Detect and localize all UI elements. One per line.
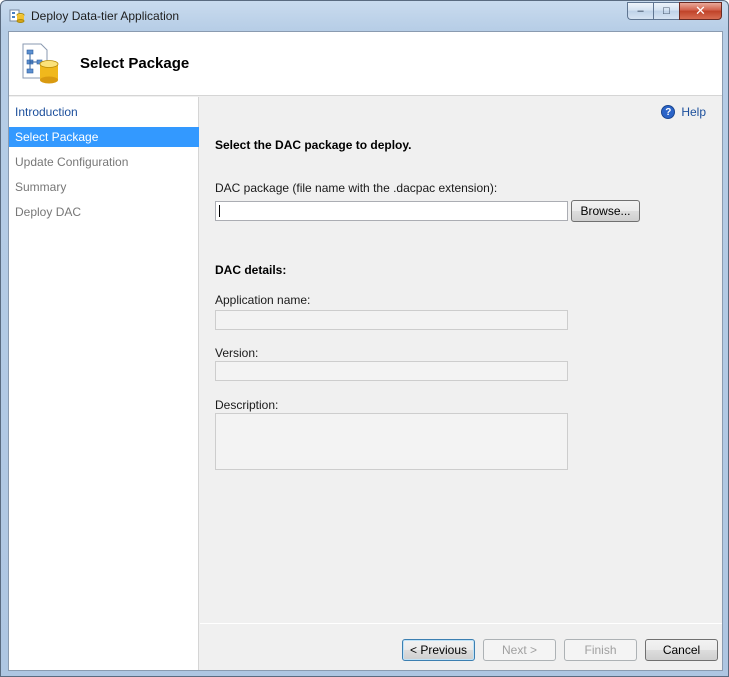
minimize-icon: – xyxy=(637,5,644,17)
dac-package-label: DAC package (file name with the .dacpac … xyxy=(215,181,498,195)
package-database-icon xyxy=(22,43,59,84)
caption-buttons: – □ ✕ xyxy=(627,2,722,20)
section-heading: Select the DAC package to deploy. xyxy=(215,138,412,152)
sidebar-item-update-configuration: Update Configuration xyxy=(15,155,129,169)
previous-button[interactable]: < Previous xyxy=(402,639,475,661)
application-name-label: Application name: xyxy=(215,293,311,307)
title-bar[interactable]: Deploy Data-tier Application – □ ✕ xyxy=(1,1,728,30)
sidebar-item-deploy-dac: Deploy DAC xyxy=(15,205,82,219)
sidebar-item-summary: Summary xyxy=(15,180,67,194)
description-field xyxy=(215,413,568,470)
maximize-button[interactable]: □ xyxy=(653,2,679,20)
description-label: Description: xyxy=(215,398,279,412)
minimize-button[interactable]: – xyxy=(627,2,653,20)
window-title: Deploy Data-tier Application xyxy=(31,9,180,23)
version-label: Version: xyxy=(215,346,259,360)
header-banner: Select Package xyxy=(9,32,722,96)
dialog-window: Deploy Data-tier Application – □ ✕ Selec… xyxy=(0,0,729,677)
close-icon: ✕ xyxy=(695,3,706,18)
version-field xyxy=(215,361,568,381)
cancel-button[interactable]: Cancel xyxy=(645,639,718,661)
dac-details-heading: DAC details: xyxy=(215,263,287,277)
main-panel: ? Help Select the DAC package to deploy.… xyxy=(200,97,722,670)
dac-package-input[interactable] xyxy=(215,201,568,221)
help-label: Help xyxy=(681,105,706,119)
help-link[interactable]: ? Help xyxy=(661,105,706,119)
application-name-field xyxy=(215,310,568,330)
maximize-icon: □ xyxy=(663,5,670,17)
help-icon: ? xyxy=(661,105,676,119)
finish-button[interactable]: Finish xyxy=(564,639,637,661)
sidebar-item-introduction[interactable]: Introduction xyxy=(9,102,199,122)
page-title: Select Package xyxy=(80,55,190,72)
wizard-steps-sidebar: Introduction Select Package Update Confi… xyxy=(9,97,199,670)
browse-button[interactable]: Browse... xyxy=(571,200,640,222)
app-icon xyxy=(9,9,25,23)
footer-divider xyxy=(200,623,722,624)
sidebar-item-select-package[interactable]: Select Package xyxy=(9,127,199,147)
dialog-client-area: Select Package Introduction Select Packa… xyxy=(8,31,723,671)
next-button[interactable]: Next > xyxy=(483,639,556,661)
close-button[interactable]: ✕ xyxy=(679,2,722,20)
text-caret xyxy=(219,205,220,217)
